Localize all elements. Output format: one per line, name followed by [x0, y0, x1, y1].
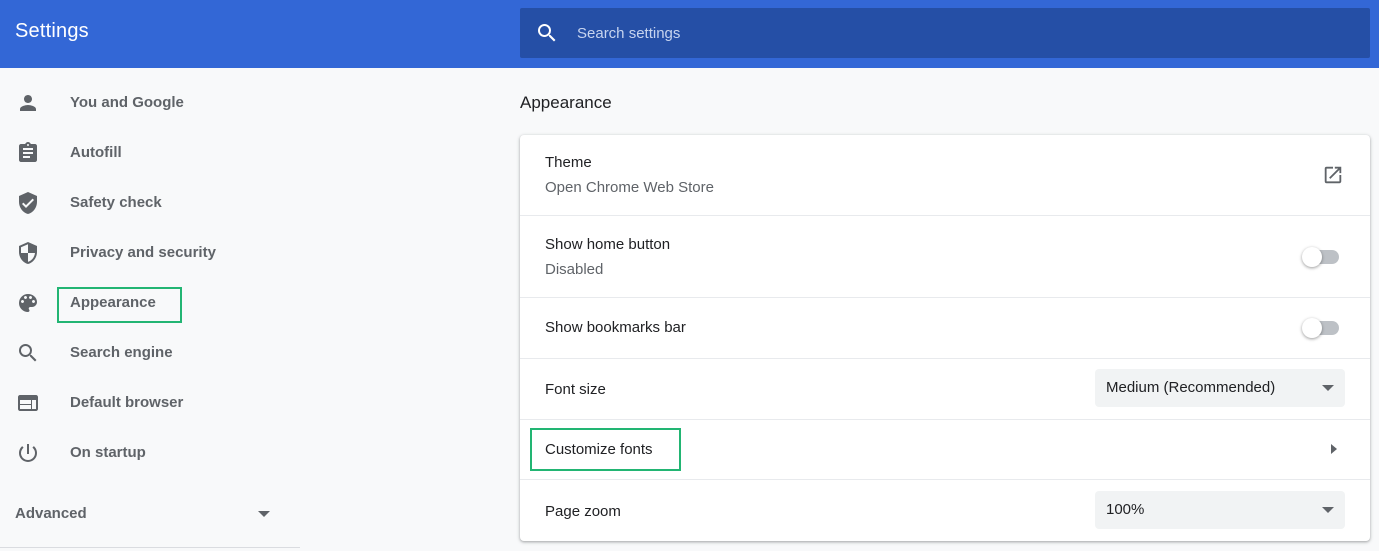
page-zoom-select[interactable]: 100% [1095, 491, 1345, 529]
font-size-select[interactable]: Medium (Recommended) [1095, 369, 1345, 407]
shield-check-icon [19, 192, 37, 214]
sidebar-item-label: Autofill [70, 144, 122, 161]
sidebar-item-search-engine[interactable]: Search engine [0, 328, 300, 378]
appearance-card: Theme Open Chrome Web Store Show home bu… [520, 135, 1370, 541]
sidebar-item-label: Search engine [70, 344, 173, 361]
bookmarks-bar-title: Show bookmarks bar [545, 319, 686, 336]
sidebar-item-privacy-and-security[interactable]: Privacy and security [0, 228, 300, 278]
font-size-value: Medium (Recommended) [1106, 379, 1276, 396]
clipboard-icon [19, 142, 37, 162]
sidebar-item-label: Safety check [70, 194, 162, 211]
open-in-new-icon[interactable] [1322, 164, 1344, 186]
sidebar-item-autofill[interactable]: Autofill [0, 128, 300, 178]
search-input[interactable] [577, 8, 1337, 58]
theme-subtitle: Open Chrome Web Store [545, 179, 714, 196]
customize-fonts-row[interactable]: Customize fonts [520, 420, 1370, 480]
appearance-highlight-box [57, 287, 182, 323]
page-zoom-title: Page zoom [545, 503, 621, 520]
home-button-status: Disabled [545, 261, 604, 278]
sidebar-divider [0, 547, 300, 548]
theme-title: Theme [545, 154, 592, 171]
search-box[interactable] [520, 8, 1370, 58]
sidebar-item-label: Default browser [70, 394, 184, 411]
home-button-toggle[interactable] [1302, 247, 1340, 267]
sidebar-item-default-browser[interactable]: Default browser [0, 378, 300, 428]
toggle-knob [1302, 247, 1322, 267]
chevron-down-icon [258, 511, 270, 517]
top-bar: Settings [0, 0, 1379, 68]
home-button-title: Show home button [545, 236, 671, 253]
power-icon [18, 444, 37, 462]
browser-window-icon [18, 395, 38, 411]
sidebar: You and Google Autofill Safety check Pri… [0, 68, 300, 551]
sidebar-item-you-and-google[interactable]: You and Google [0, 78, 300, 128]
font-size-title: Font size [545, 381, 606, 398]
advanced-label: Advanced [15, 505, 87, 522]
palette-icon [19, 294, 37, 312]
home-button-row: Show home button Disabled [520, 216, 1370, 298]
sidebar-item-label: On startup [70, 444, 146, 461]
sidebar-item-label: You and Google [70, 94, 184, 111]
section-title: Appearance [520, 93, 612, 112]
page-title: Settings [15, 20, 89, 42]
dropdown-arrow-icon [1322, 385, 1334, 391]
shield-half-icon [19, 242, 37, 264]
page-zoom-row: Page zoom 100% [520, 480, 1370, 541]
advanced-section-toggle[interactable]: Advanced [0, 493, 300, 533]
font-size-row: Font size Medium (Recommended) [520, 359, 1370, 420]
bookmarks-bar-toggle[interactable] [1302, 318, 1340, 338]
sidebar-item-safety-check[interactable]: Safety check [0, 178, 300, 228]
toggle-knob [1302, 318, 1322, 338]
page-zoom-value: 100% [1106, 501, 1145, 518]
search-icon [19, 344, 37, 362]
search-icon [538, 24, 556, 42]
person-icon [20, 95, 36, 111]
sidebar-item-on-startup[interactable]: On startup [0, 428, 300, 478]
sidebar-item-label: Privacy and security [70, 244, 216, 261]
bookmarks-bar-row: Show bookmarks bar [520, 298, 1370, 359]
chevron-right-icon [1331, 444, 1337, 454]
customize-fonts-highlight-box [530, 428, 681, 471]
theme-row[interactable]: Theme Open Chrome Web Store [520, 135, 1370, 216]
dropdown-arrow-icon [1322, 507, 1334, 513]
